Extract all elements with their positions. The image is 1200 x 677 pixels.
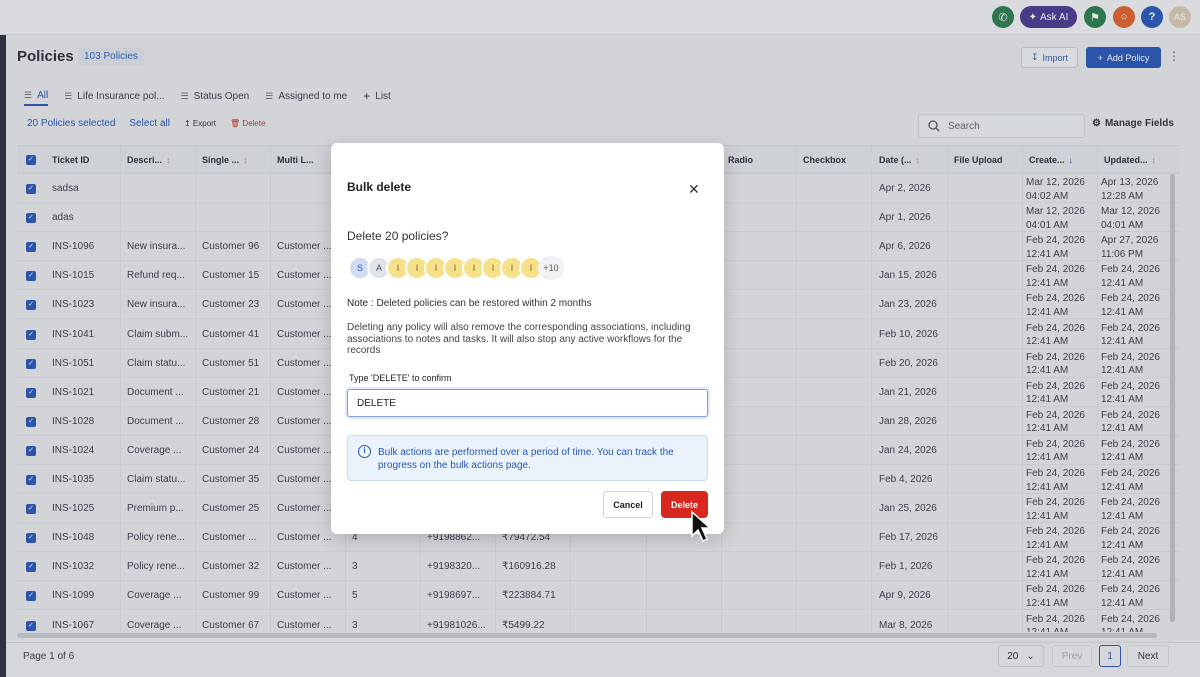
more-avatars-count: +10 xyxy=(538,256,564,280)
bulk-delete-dialog: Bulk delete ✕ Delete 20 policies? S A I … xyxy=(331,143,724,534)
info-text: Bulk actions are performed over a period… xyxy=(378,447,674,471)
delete-question: Delete 20 policies? xyxy=(347,229,449,243)
confirm-label: Type 'DELETE' to confirm xyxy=(349,373,452,383)
cancel-button[interactable]: Cancel xyxy=(603,491,653,518)
confirm-input[interactable]: DELETE xyxy=(347,389,708,417)
dialog-title: Bulk delete xyxy=(347,180,412,194)
info-icon: i xyxy=(358,445,371,458)
note-text: Deleted policies can be restored within … xyxy=(376,298,592,309)
restore-note: Note : Deleted policies can be restored … xyxy=(347,298,592,309)
note-label: Note : xyxy=(347,298,374,309)
close-icon[interactable]: ✕ xyxy=(688,181,700,198)
info-banner: i Bulk actions are performed over a peri… xyxy=(347,435,708,481)
mouse-cursor-icon xyxy=(691,510,712,543)
delete-description: Deleting any policy will also remove the… xyxy=(347,322,691,356)
